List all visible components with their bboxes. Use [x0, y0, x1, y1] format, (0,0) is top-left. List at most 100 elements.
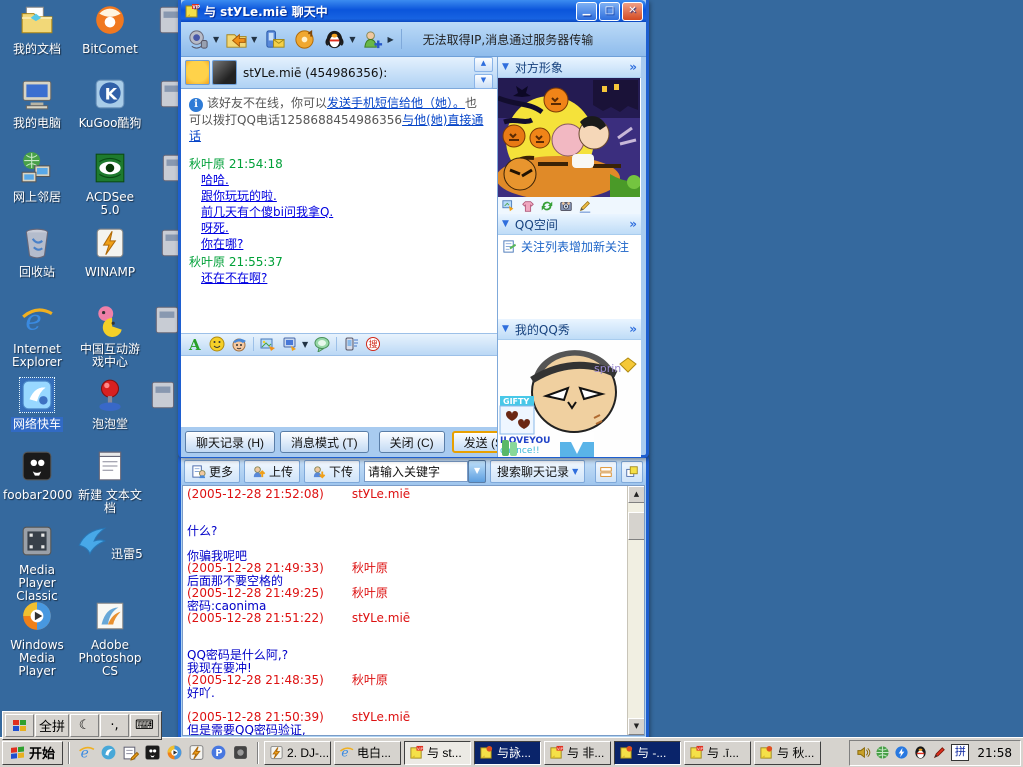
- upload-button[interactable]: 上传: [244, 460, 301, 483]
- scroll-up-button[interactable]: ▲: [474, 56, 493, 72]
- wireless-message-icon[interactable]: [343, 336, 359, 352]
- minimize-button[interactable]: ▁: [576, 1, 597, 21]
- internet-explorer-icon[interactable]: e: [78, 744, 95, 761]
- desktop-icon-internet-explorer[interactable]: e Internet Explorer: [1, 303, 73, 370]
- wmp-icon[interactable]: [166, 744, 183, 761]
- pinyin-indicator-icon[interactable]: 拼: [951, 744, 970, 761]
- refresh-icon[interactable]: [540, 199, 554, 213]
- send-sms-link[interactable]: 发送手机短信给他（她）。: [327, 96, 465, 110]
- font-style-icon[interactable]: A: [187, 336, 203, 352]
- search-msg-icon[interactable]: 搜: [365, 336, 381, 352]
- red-pen-icon[interactable]: [932, 745, 947, 760]
- expand-more-icon[interactable]: »: [629, 322, 637, 336]
- ime-fullhalf-icon[interactable]: ☾: [70, 714, 100, 737]
- dropdown-icon[interactable]: ▼: [213, 35, 219, 44]
- smiley-icon[interactable]: [209, 336, 225, 352]
- send-image-icon[interactable]: [260, 336, 276, 352]
- desktop-icon-我的电脑[interactable]: 我的电脑: [1, 77, 73, 131]
- history-scrollbar[interactable]: ▲ ▼: [627, 486, 644, 735]
- video-chat-button[interactable]: [185, 27, 211, 51]
- notepad-edit-icon[interactable]: [122, 744, 140, 761]
- send-file-button[interactable]: [223, 27, 249, 51]
- taskbar-task-与-秋-[interactable]: 与 秋...: [754, 740, 822, 765]
- desktop-icon-kugoo酷狗[interactable]: K KuGoo酷狗: [74, 77, 146, 131]
- layout-cascade-button[interactable]: [621, 460, 643, 483]
- desktop-icon-泡泡堂[interactable]: 泡泡堂: [74, 378, 146, 432]
- toolbar-expand-icon[interactable]: ▶: [387, 35, 393, 44]
- poco-icon[interactable]: P: [210, 744, 227, 761]
- desktop-icon-adobe-photoshop-cs[interactable]: Adobe Photoshop CS: [74, 599, 146, 679]
- media-swirl-icon[interactable]: [100, 744, 117, 761]
- desktop-icon-windows-media-player[interactable]: Windows Media Player: [1, 599, 73, 679]
- photo-icon[interactable]: [559, 199, 573, 213]
- desktop-icon-回收站[interactable]: 回收站: [1, 226, 73, 280]
- globe-net-icon[interactable]: [875, 745, 890, 760]
- desktop-icon-网上邻居[interactable]: 网上邻居: [1, 151, 73, 205]
- signature-icon[interactable]: [578, 199, 592, 213]
- music-share-button[interactable]: [291, 27, 317, 51]
- maximize-button[interactable]: □: [599, 1, 620, 21]
- my-qqshow-header[interactable]: ▼ 我的QQ秀 »: [498, 319, 641, 340]
- taskbar-task-与詠-[interactable]: 与詠...: [474, 740, 542, 765]
- desktop-icon-bitcomet[interactable]: BitComet: [74, 3, 146, 57]
- layout-list-button[interactable]: [595, 460, 617, 483]
- mobile-message-button[interactable]: [261, 27, 287, 51]
- scrollbar-thumb[interactable]: [628, 512, 644, 540]
- scroll-down-button[interactable]: ▼: [474, 73, 493, 89]
- clothes-icon[interactable]: [521, 199, 535, 213]
- my-avatar[interactable]: [185, 60, 210, 85]
- desktop-icon-我的文档[interactable]: 我的文档: [1, 3, 73, 57]
- chat-titlebar[interactable]: VIP 与 stУLe.miē 聊天中 ▁ □ ✕: [181, 0, 646, 22]
- desktop-icon-新建-文本文档[interactable]: 新建 文本文档: [74, 449, 146, 516]
- desktop-icon-media-player-classic[interactable]: Media Player Classic: [1, 524, 73, 604]
- desktop-icon-网络快车[interactable]: 网络快车: [1, 377, 73, 432]
- scrollbar-up-icon[interactable]: ▲: [628, 486, 644, 503]
- qzone-follow-link[interactable]: 关注列表增加新关注: [498, 235, 641, 257]
- taskbar-task-与---[interactable]: 与 -...: [614, 740, 682, 765]
- qzone-header[interactable]: ▼ QQ空间 »: [498, 214, 641, 235]
- partner-show-header[interactable]: ▼ 对方形象 »: [498, 57, 641, 78]
- ime-punct-icon[interactable]: ·,: [100, 714, 130, 737]
- chat-history-button[interactable]: 聊天记录 (H): [185, 431, 275, 454]
- desktop-icon-foobar2000[interactable]: foobar2000: [1, 449, 73, 503]
- taskbar-task-电白-[interactable]: e 电白...: [334, 740, 402, 765]
- search-history-button[interactable]: 搜索聊天记录 ▼: [490, 460, 586, 483]
- message-mode-button[interactable]: 消息模式 (T): [280, 431, 369, 454]
- ime-softkeyboard-icon[interactable]: ⌨: [130, 714, 160, 737]
- ime-logo-icon[interactable]: [5, 714, 34, 737]
- message-view[interactable]: i 该好友不在线，你可以发送手机短信给他（她）。也可以拨打QQ电话12586884…: [181, 89, 497, 333]
- foobar2000-icon[interactable]: [144, 744, 161, 761]
- screen-capture-icon[interactable]: [282, 336, 298, 352]
- volume-icon[interactable]: [856, 745, 871, 760]
- taskbar-task-与-st-[interactable]: VIP 与 st...: [404, 740, 472, 765]
- magic-emote-icon[interactable]: [231, 336, 247, 352]
- dark-app-icon[interactable]: [232, 744, 249, 761]
- message-input[interactable]: [181, 355, 497, 428]
- taskbar-task-2-DJ--[interactable]: 2. DJ-...: [264, 740, 332, 765]
- save-show-icon[interactable]: [502, 199, 516, 213]
- expand-more-icon[interactable]: »: [629, 60, 637, 74]
- qq-app-button[interactable]: [321, 27, 347, 51]
- taskbar-task-与-ī-[interactable]: VIP 与 .ī...: [684, 740, 752, 765]
- scrollbar-down-icon[interactable]: ▼: [628, 718, 644, 735]
- flash-blue-icon[interactable]: [894, 745, 909, 760]
- more-button[interactable]: 更多: [184, 460, 241, 483]
- qq-penguin-icon[interactable]: [913, 745, 928, 760]
- desktop-icon-acdsee-5.0[interactable]: ACDSee 5.0: [74, 151, 146, 218]
- history-content[interactable]: (2005-12-28 21:52:08) stУLe.miē 什么? 你骗我呢吧…: [182, 485, 645, 736]
- desktop-icon-迅雷5[interactable]: 迅雷5: [74, 524, 146, 562]
- chat-bubble-icon[interactable]: [314, 336, 330, 353]
- combo-dropdown-icon[interactable]: ▼: [468, 460, 487, 483]
- close-button[interactable]: ✕: [622, 1, 643, 21]
- taskbar-task-与-非-[interactable]: VIP 与 非...: [544, 740, 612, 765]
- add-friend-button[interactable]: [359, 27, 385, 51]
- dropdown-icon[interactable]: ▼: [302, 340, 308, 349]
- close-chat-button[interactable]: 关闭 (C): [378, 431, 445, 454]
- peer-avatar[interactable]: [212, 60, 237, 85]
- ime-name[interactable]: 全拼: [35, 714, 70, 737]
- desktop-icon-中国互动游戏中心[interactable]: 中国互动游戏中心: [74, 303, 146, 370]
- dropdown-icon[interactable]: ▼: [251, 35, 257, 44]
- keyword-input[interactable]: [364, 461, 469, 482]
- dropdown-icon[interactable]: ▼: [349, 35, 355, 44]
- download-button[interactable]: 下传: [304, 460, 361, 483]
